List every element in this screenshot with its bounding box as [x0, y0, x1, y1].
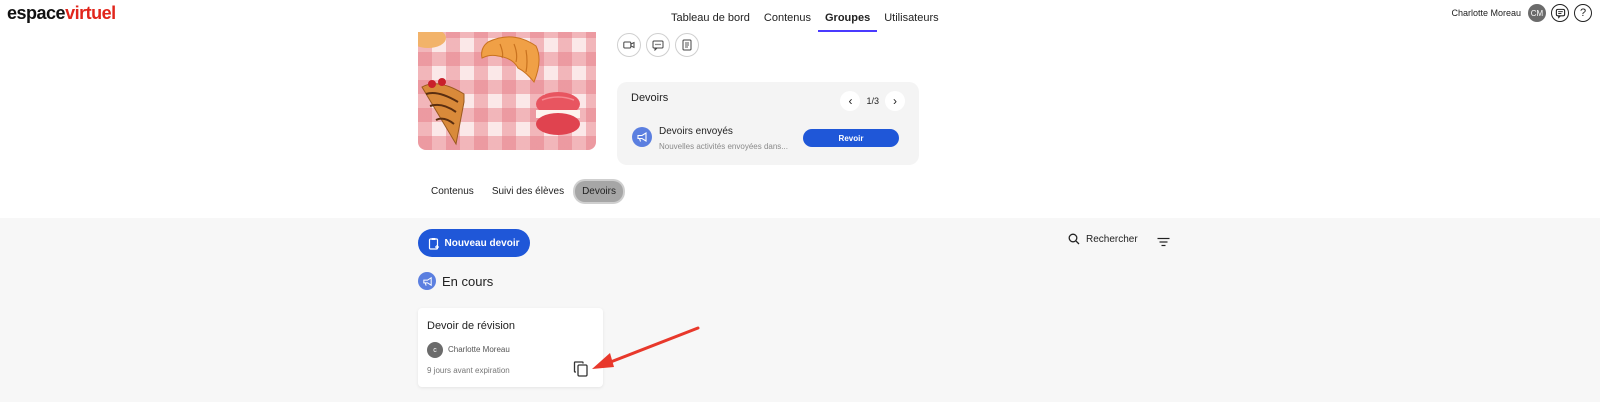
- search-label: Rechercher: [1086, 233, 1138, 245]
- help-icon[interactable]: ?: [1574, 4, 1592, 22]
- search-icon: [1068, 233, 1080, 245]
- tab-devoirs[interactable]: Devoirs: [575, 181, 623, 202]
- group-banner-image: [418, 32, 596, 150]
- group-action-icons: [617, 33, 699, 57]
- nav-tableau-de-bord[interactable]: Tableau de bord: [664, 8, 757, 32]
- logo-part-1: espace: [7, 3, 66, 23]
- notes-icon[interactable]: [675, 33, 699, 57]
- group-subtabs: Contenus Suivi des élèves Devoirs: [424, 181, 623, 202]
- devoirs-panel: Nouveau devoir Rechercher En cours Devoi…: [0, 218, 1600, 402]
- widget-pager: ‹ 1/3 ›: [840, 91, 905, 111]
- section-en-cours: En cours: [418, 272, 493, 290]
- pager-count: 1/3: [866, 96, 879, 106]
- user-area: Charlotte Moreau CM ?: [1451, 4, 1592, 22]
- megaphone-icon: [632, 127, 652, 147]
- logo-part-2: virtuel: [65, 3, 116, 23]
- widget-item-label: Devoirs envoyés: [659, 126, 733, 137]
- expiration-text: 9 jours avant expiration: [427, 366, 510, 375]
- megaphone-icon: [418, 272, 436, 290]
- author-name: Charlotte Moreau: [448, 345, 510, 354]
- video-icon[interactable]: [617, 33, 641, 57]
- search-button[interactable]: Rechercher: [1068, 233, 1138, 245]
- assignment-card[interactable]: Devoir de révision c Charlotte Moreau 9 …: [418, 308, 603, 387]
- revoir-button[interactable]: Revoir: [803, 129, 899, 147]
- filter-icon[interactable]: [1157, 234, 1170, 252]
- user-avatar[interactable]: CM: [1528, 4, 1546, 22]
- copy-icon[interactable]: [573, 360, 589, 378]
- user-name[interactable]: Charlotte Moreau: [1451, 8, 1521, 18]
- pastry-illustration: [418, 32, 580, 146]
- app-logo[interactable]: espacevirtuel: [7, 3, 116, 24]
- assignment-title: Devoir de révision: [427, 320, 516, 332]
- widget-title: Devoirs: [631, 92, 669, 104]
- annotation-arrow: [592, 326, 700, 369]
- chat-icon[interactable]: [646, 33, 670, 57]
- author-avatar: c: [427, 342, 443, 358]
- widget-item-sub: Nouvelles activités envoyées dans...: [659, 142, 788, 151]
- section-title: En cours: [442, 273, 494, 289]
- top-navigation: Tableau de bord Contenus Groupes Utilisa…: [664, 8, 946, 32]
- pager-prev-icon[interactable]: ‹: [840, 91, 861, 111]
- nav-utilisateurs[interactable]: Utilisateurs: [877, 8, 945, 32]
- clipboard-add-icon: [429, 237, 440, 250]
- new-assignment-label: Nouveau devoir: [444, 237, 520, 249]
- new-assignment-button[interactable]: Nouveau devoir: [418, 229, 530, 257]
- tab-suivi-des-eleves[interactable]: Suivi des élèves: [485, 181, 571, 202]
- messages-icon[interactable]: [1551, 4, 1569, 22]
- pager-next-icon[interactable]: ›: [885, 91, 905, 111]
- devoirs-widget: Devoirs ‹ 1/3 › Devoirs envoyés Nouvelle…: [617, 82, 919, 165]
- nav-contenus[interactable]: Contenus: [757, 8, 818, 32]
- tab-contenus[interactable]: Contenus: [424, 181, 481, 202]
- nav-groupes[interactable]: Groupes: [818, 8, 878, 32]
